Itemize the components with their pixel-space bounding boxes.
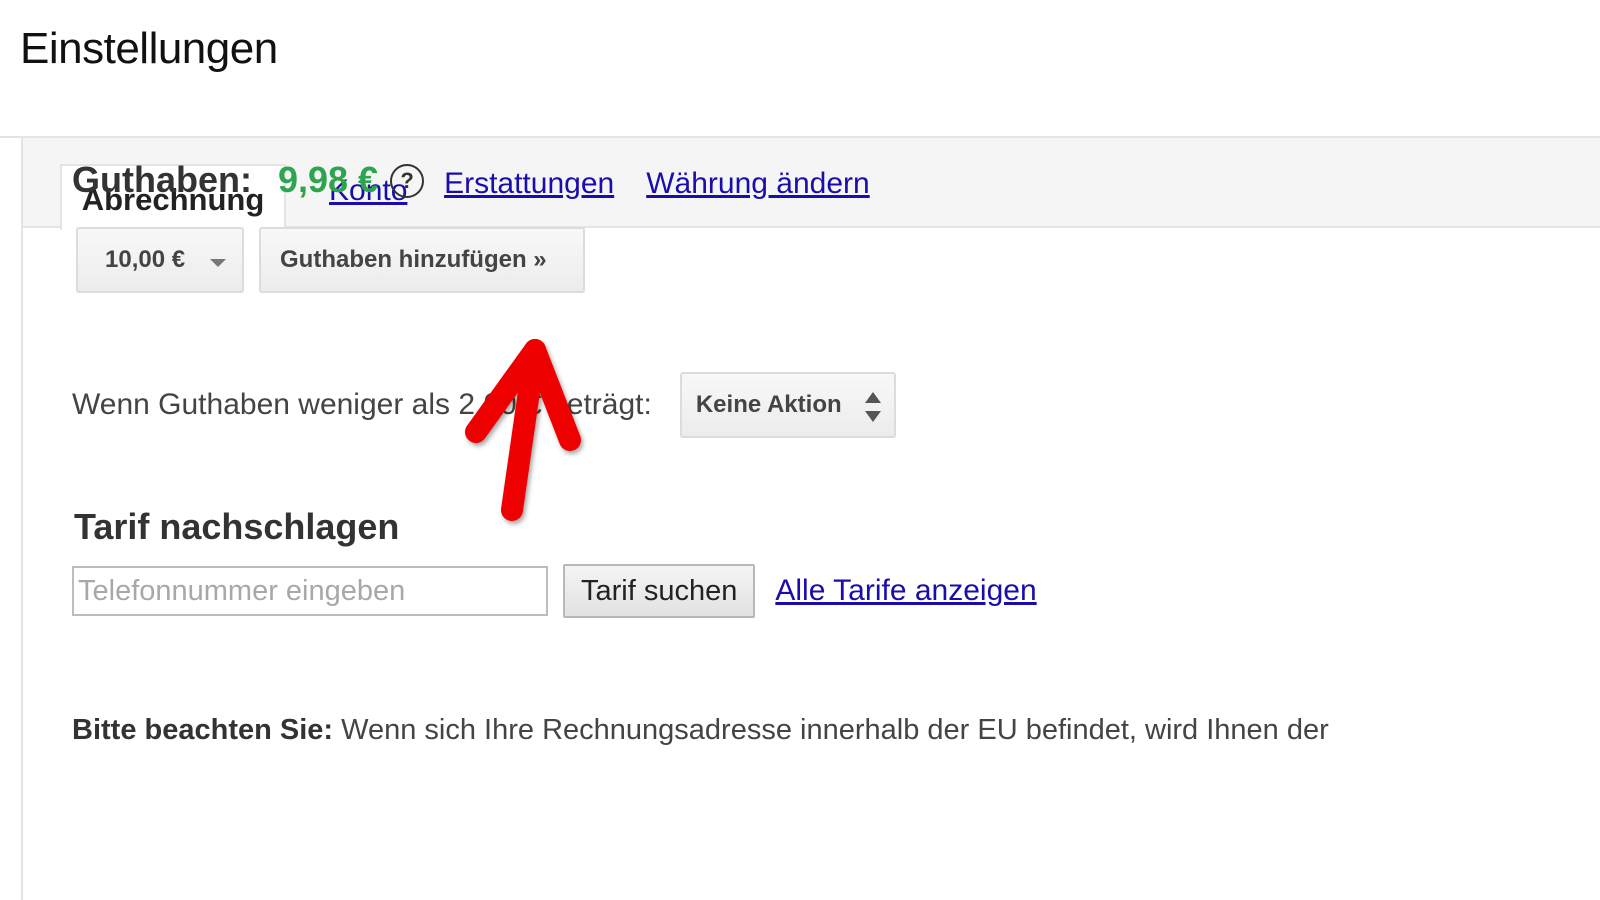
all-rates-link[interactable]: Alle Tarife anzeigen bbox=[775, 574, 1036, 608]
chevron-down-icon bbox=[210, 259, 226, 267]
auto-recharge-row: Wenn Guthaben weniger als 2,00 € beträgt… bbox=[72, 372, 896, 438]
auto-recharge-text: Wenn Guthaben weniger als 2,00 € beträgt… bbox=[72, 388, 652, 421]
page-title: Einstellungen bbox=[20, 24, 278, 73]
eu-notice: Bitte beachten Sie: Wenn sich Ihre Rechn… bbox=[72, 714, 1572, 747]
tariff-section-title: Tarif nachschlagen bbox=[74, 506, 400, 547]
balance-value: 9,98 € bbox=[277, 159, 379, 200]
amount-select[interactable]: 10,00 € bbox=[76, 227, 244, 293]
balance-row: Guthaben: 9,98 € ? Erstattungen Währung … bbox=[72, 158, 870, 202]
amount-select-value: 10,00 € bbox=[105, 246, 186, 273]
phone-number-input[interactable] bbox=[72, 566, 548, 616]
notice-text: Wenn sich Ihre Rechnungsadresse innerhal… bbox=[341, 714, 1329, 746]
up-down-arrows-icon bbox=[864, 392, 882, 422]
action-select[interactable]: Keine Aktion bbox=[679, 372, 896, 438]
change-currency-link[interactable]: Währung ändern bbox=[646, 167, 869, 201]
balance-label: Guthaben: bbox=[72, 159, 252, 200]
tariff-search-row: Tarif suchen Alle Tarife anzeigen bbox=[72, 564, 1037, 618]
refunds-link[interactable]: Erstattungen bbox=[444, 167, 614, 201]
notice-label: Bitte beachten Sie: bbox=[72, 714, 334, 746]
action-select-value: Keine Aktion bbox=[695, 391, 842, 418]
help-icon[interactable]: ? bbox=[390, 164, 425, 198]
search-tariff-button[interactable]: Tarif suchen bbox=[563, 564, 756, 618]
add-credit-button[interactable]: Guthaben hinzufügen » bbox=[259, 227, 585, 293]
add-credit-label: Guthaben hinzufügen » bbox=[280, 246, 547, 273]
